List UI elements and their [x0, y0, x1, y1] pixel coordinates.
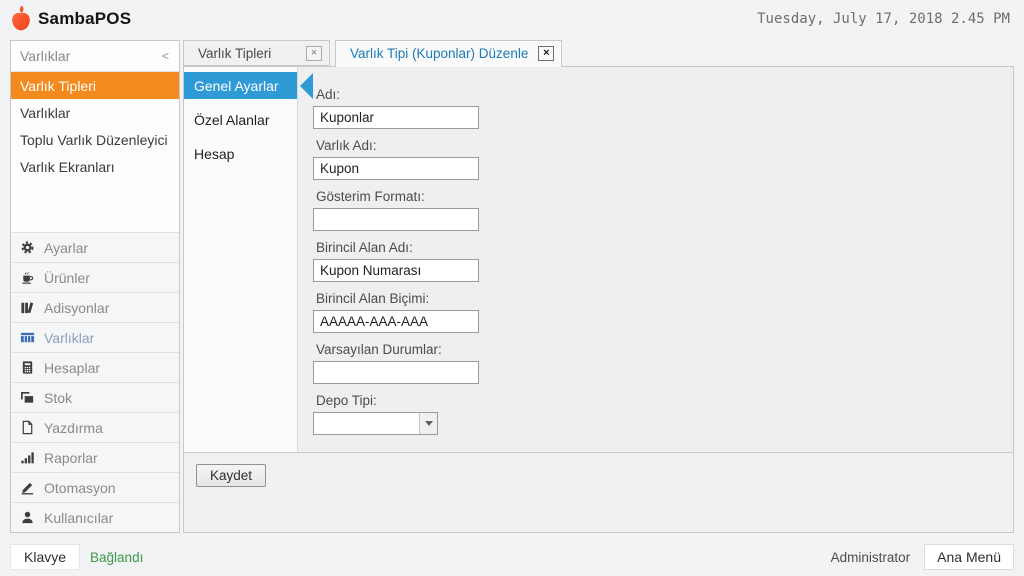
subnav-item[interactable]: Genel Ayarlar	[184, 72, 297, 99]
sidebar-menu-item[interactable]: Hesaplar	[11, 352, 179, 382]
sidebar-menu-item-label: Hesaplar	[44, 360, 100, 376]
app-logo: SambaPOS	[8, 5, 131, 33]
form-field: Varsayılan Durumlar:	[313, 342, 1013, 384]
keyboard-button[interactable]: Klavye	[10, 544, 80, 570]
sidebar-menu-item-label: Varlıklar	[44, 330, 94, 346]
sidebar-nav-item-label: Varlık Tipleri	[20, 78, 96, 94]
subnav-item-label: Hesap	[194, 146, 234, 162]
sidebar-menu-item-label: Raporlar	[44, 450, 98, 466]
main-area: Varlık Tipleri × Varlık Tipi (Kuponlar) …	[183, 40, 1014, 533]
birincil-alan-adi-input[interactable]	[313, 259, 479, 282]
birincil-alan-bicimi-label: Birincil Alan Biçimi:	[313, 291, 1013, 306]
varlik-adi-label: Varlık Adı:	[313, 138, 1013, 153]
sidebar-menu-item[interactable]: Stok	[11, 382, 179, 412]
tab-close-icon[interactable]: ×	[306, 46, 322, 61]
sidebar-menu-item-label: Adisyonlar	[44, 300, 109, 316]
sidebar-nav-item[interactable]: Varlık Tipleri	[11, 72, 179, 99]
gear-icon	[20, 240, 35, 255]
sidebar-menu-item-label: Ayarlar	[44, 240, 88, 256]
sidebar-nav: Varlık Tipleri Varlıklar Toplu Varlık Dü…	[11, 72, 179, 180]
sidebar-menu-item[interactable]: Kullanıcılar	[11, 502, 179, 532]
adi-input[interactable]	[313, 106, 479, 129]
form-field: Varlık Adı:	[313, 138, 1013, 180]
topbar: SambaPOS Tuesday, July 17, 2018 2.45 PM	[0, 0, 1024, 38]
sidebar-menu-item[interactable]: Varlıklar	[11, 322, 179, 352]
tab-bar: Varlık Tipleri × Varlık Tipi (Kuponlar) …	[183, 40, 1014, 66]
subnav-item[interactable]: Hesap	[184, 140, 297, 167]
sidebar-menu-item[interactable]: Otomasyon	[11, 472, 179, 502]
varsayilan-durumlar-input[interactable]	[313, 361, 479, 384]
form-field: Adı:	[313, 87, 1013, 129]
form-field: Birincil Alan Adı:	[313, 240, 1013, 282]
editor-footer: Kaydet	[184, 452, 1013, 532]
sidebar-nav-item[interactable]: Varlıklar	[11, 99, 179, 126]
coffee-cup-icon	[20, 270, 35, 285]
main-menu-button[interactable]: Ana Menü	[924, 544, 1014, 570]
document-icon	[20, 420, 35, 435]
sidebar-nav-item-label: Varlık Ekranları	[20, 159, 115, 175]
birincil-alan-adi-label: Birincil Alan Adı:	[313, 240, 1013, 255]
varsayilan-durumlar-label: Varsayılan Durumlar:	[313, 342, 1013, 357]
datetime-display: Tuesday, July 17, 2018 2.45 PM	[757, 11, 1010, 27]
birincil-alan-bicimi-input[interactable]	[313, 310, 479, 333]
save-button[interactable]: Kaydet	[196, 464, 266, 487]
chevron-down-icon	[425, 421, 433, 426]
sidebar-nav-item[interactable]: Varlık Ekranları	[11, 153, 179, 180]
editor-panel-body: Genel Ayarlar Özel Alanlar Hesap Adı: Va…	[184, 67, 1013, 452]
stock-boxes-icon	[20, 390, 35, 405]
bar-chart-icon	[20, 450, 35, 465]
gosterim-formati-label: Gösterim Formatı:	[313, 189, 1013, 204]
tab[interactable]: Varlık Tipi (Kuponlar) Düzenle ×	[335, 40, 562, 67]
sidebar-spacer	[11, 180, 179, 232]
varlik-adi-input[interactable]	[313, 157, 479, 180]
form-field: Depo Tipi:	[313, 393, 1013, 435]
sidebar-menu-item-label: Kullanıcılar	[44, 510, 113, 526]
tab-close-icon[interactable]: ×	[538, 46, 554, 61]
form-field: Birincil Alan Biçimi:	[313, 291, 1013, 333]
sidebar-menu-item[interactable]: Yazdırma	[11, 412, 179, 442]
depo-tipi-label: Depo Tipi:	[313, 393, 1013, 408]
sidebar-nav-item-label: Toplu Varlık Düzenleyici	[20, 132, 168, 148]
pencil-icon	[20, 480, 35, 495]
sidebar-menu-item-label: Otomasyon	[44, 480, 116, 496]
subnav-item-label: Özel Alanlar	[194, 112, 269, 128]
subnav-item-label: Genel Ayarlar	[194, 78, 279, 94]
sidebar-menu-item-label: Yazdırma	[44, 420, 103, 436]
tab-label: Varlık Tipi (Kuponlar) Düzenle	[350, 46, 528, 61]
sidebar-header: Varlıklar <	[11, 41, 179, 72]
sambapos-logo-icon	[8, 5, 34, 33]
select-dropdown-button[interactable]	[419, 413, 437, 434]
sidebar: Varlıklar < Varlık Tipleri Varlıklar Top…	[10, 40, 180, 533]
connection-status: Bağlandı	[90, 550, 143, 565]
gosterim-formati-input[interactable]	[313, 208, 479, 231]
app-title: SambaPOS	[38, 9, 131, 29]
sidebar-menu-item-label: Ürünler	[44, 270, 90, 286]
books-icon	[20, 300, 35, 315]
user-icon	[20, 510, 35, 525]
calculator-icon	[20, 360, 35, 375]
sidebar-menu-item[interactable]: Ürünler	[11, 262, 179, 292]
sidebar-collapse-icon[interactable]: <	[162, 49, 169, 63]
adi-label: Adı:	[313, 87, 1013, 102]
sidebar-menu-item[interactable]: Raporlar	[11, 442, 179, 472]
subnav-item[interactable]: Özel Alanlar	[184, 106, 297, 133]
table-icon	[20, 330, 35, 345]
editor-form: Adı: Varlık Adı: Gösterim Formatı: Birin…	[298, 67, 1013, 452]
tab[interactable]: Varlık Tipleri ×	[183, 40, 330, 66]
tab-label: Varlık Tipleri	[198, 46, 271, 61]
sidebar-nav-item-label: Varlıklar	[20, 105, 70, 121]
sidebar-module-menu: Ayarlar Ürünler Adisyonlar Varlıklar Hes…	[11, 232, 179, 532]
status-bar: Klavye Bağlandı Administrator Ana Menü	[0, 538, 1024, 576]
sidebar-nav-item[interactable]: Toplu Varlık Düzenleyici	[11, 126, 179, 153]
form-field: Gösterim Formatı:	[313, 189, 1013, 231]
current-user: Administrator	[831, 550, 911, 565]
editor-panel: Genel Ayarlar Özel Alanlar Hesap Adı: Va…	[183, 66, 1014, 533]
sidebar-menu-item[interactable]: Ayarlar	[11, 232, 179, 262]
depo-tipi-select[interactable]	[313, 412, 438, 435]
sidebar-header-title: Varlıklar	[20, 48, 70, 64]
sidebar-menu-item-label: Stok	[44, 390, 72, 406]
editor-subnav: Genel Ayarlar Özel Alanlar Hesap	[184, 67, 298, 452]
sidebar-menu-item[interactable]: Adisyonlar	[11, 292, 179, 322]
